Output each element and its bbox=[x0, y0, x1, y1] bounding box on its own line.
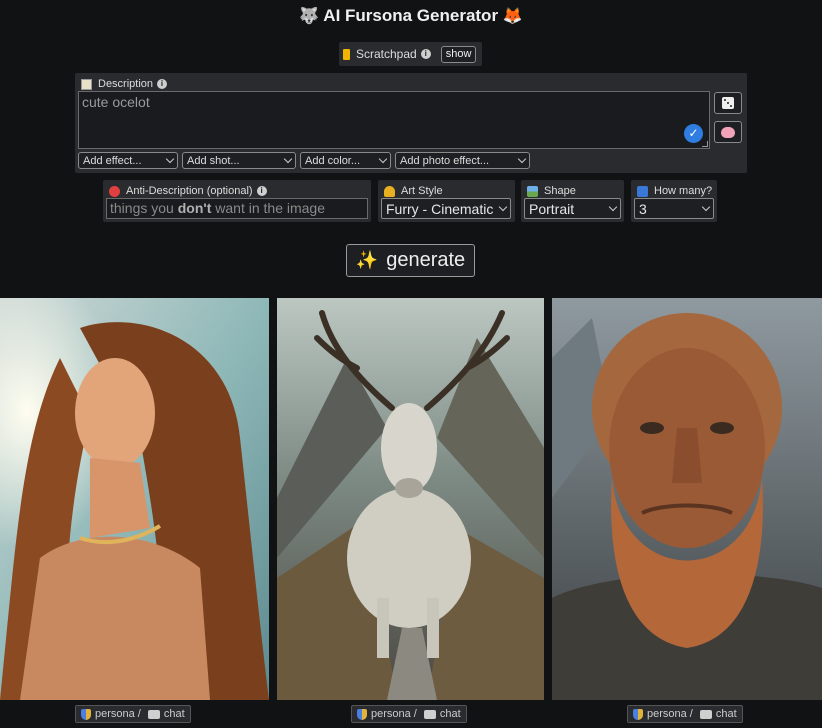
fox-icon: 🦊 bbox=[502, 8, 523, 25]
scratchpad-show-button[interactable]: show bbox=[440, 45, 477, 63]
wolf-icon: 🐺 bbox=[299, 8, 320, 25]
info-icon[interactable]: i bbox=[157, 79, 168, 89]
info-icon[interactable]: i bbox=[420, 49, 431, 59]
note-icon bbox=[81, 78, 92, 90]
random-dice-button[interactable] bbox=[714, 92, 742, 114]
dice-icon bbox=[722, 97, 734, 109]
chat-link[interactable]: chat bbox=[440, 708, 461, 720]
shield-icon bbox=[81, 708, 91, 720]
info-icon[interactable]: i bbox=[256, 186, 267, 196]
anti-description-panel: Anti-Description (optional) i things you… bbox=[103, 180, 371, 222]
persona-link[interactable]: persona / bbox=[95, 708, 141, 720]
chevron-down-icon bbox=[517, 154, 527, 164]
chevron-down-icon bbox=[378, 154, 388, 164]
chevron-down-icon bbox=[608, 202, 618, 212]
brain-button[interactable] bbox=[714, 121, 742, 143]
pencil-icon bbox=[343, 48, 350, 60]
chevron-down-icon bbox=[165, 154, 175, 164]
brain-icon bbox=[721, 126, 735, 138]
add-shot-select[interactable]: Add shot... bbox=[182, 152, 296, 169]
description-value: cute ocelot bbox=[82, 94, 150, 110]
shape-select[interactable]: Portrait bbox=[524, 198, 621, 219]
shield-icon bbox=[357, 708, 367, 720]
chat-icon bbox=[147, 709, 160, 719]
check-icon[interactable]: ✓ bbox=[684, 124, 703, 143]
art-style-select[interactable]: Furry - Cinematic bbox=[381, 198, 511, 219]
add-menus: Add effect... Add shot... Add color... A… bbox=[78, 152, 530, 169]
art-style-panel: Art Style Furry - Cinematic bbox=[378, 180, 515, 222]
description-label-text: Description bbox=[98, 78, 154, 90]
anti-description-label: Anti-Description (optional) i bbox=[109, 185, 267, 197]
numbers-icon bbox=[637, 185, 648, 197]
result-footer: persona / chat bbox=[627, 705, 743, 723]
result-image-antlered-creature[interactable] bbox=[277, 298, 544, 700]
how-many-panel: How many? 3 bbox=[631, 180, 717, 222]
anti-description-input[interactable]: things you don't want in the image bbox=[106, 198, 368, 219]
sparkles-icon: ✨ bbox=[355, 250, 379, 270]
scratchpad-label: Scratchpad bbox=[356, 47, 417, 61]
shape-label: Shape bbox=[527, 185, 576, 197]
resize-handle[interactable] bbox=[702, 141, 708, 147]
persona-link[interactable]: persona / bbox=[647, 708, 693, 720]
description-textarea[interactable]: cute ocelot ✓ bbox=[78, 91, 710, 149]
generate-button[interactable]: ✨ generate bbox=[346, 244, 475, 277]
description-panel: Description i cute ocelot ✓ Add effect..… bbox=[75, 73, 747, 173]
persona-link[interactable]: persona / bbox=[371, 708, 417, 720]
shape-panel: Shape Portrait bbox=[521, 180, 624, 222]
add-effect-select[interactable]: Add effect... bbox=[78, 152, 178, 169]
picture-icon bbox=[527, 185, 538, 197]
result-footer: persona / chat bbox=[75, 705, 191, 723]
chat-icon bbox=[699, 709, 712, 719]
result-image-bearded-man[interactable] bbox=[552, 298, 822, 700]
palette-icon bbox=[384, 185, 395, 197]
chat-link[interactable]: chat bbox=[716, 708, 737, 720]
art-style-label: Art Style bbox=[384, 185, 443, 197]
chat-link[interactable]: chat bbox=[164, 708, 185, 720]
chevron-down-icon bbox=[498, 202, 508, 212]
page-title: 🐺 AI Fursona Generator 🦊 bbox=[0, 6, 822, 26]
generate-label: generate bbox=[386, 249, 466, 271]
add-color-select[interactable]: Add color... bbox=[300, 152, 391, 169]
result-footer: persona / chat bbox=[351, 705, 467, 723]
how-many-label: How many? bbox=[637, 185, 712, 197]
result-image-woman[interactable] bbox=[0, 298, 269, 700]
page-title-text: AI Fursona Generator bbox=[323, 6, 499, 25]
description-label: Description i bbox=[81, 78, 168, 90]
chat-icon bbox=[423, 709, 436, 719]
how-many-select[interactable]: 3 bbox=[634, 198, 714, 219]
prohibited-icon bbox=[109, 185, 120, 197]
shield-icon bbox=[633, 708, 643, 720]
scratchpad-bar: Scratchpad i show bbox=[339, 42, 482, 66]
chevron-down-icon bbox=[701, 202, 711, 212]
chevron-down-icon bbox=[283, 154, 293, 164]
add-photo-effect-select[interactable]: Add photo effect... bbox=[395, 152, 530, 169]
